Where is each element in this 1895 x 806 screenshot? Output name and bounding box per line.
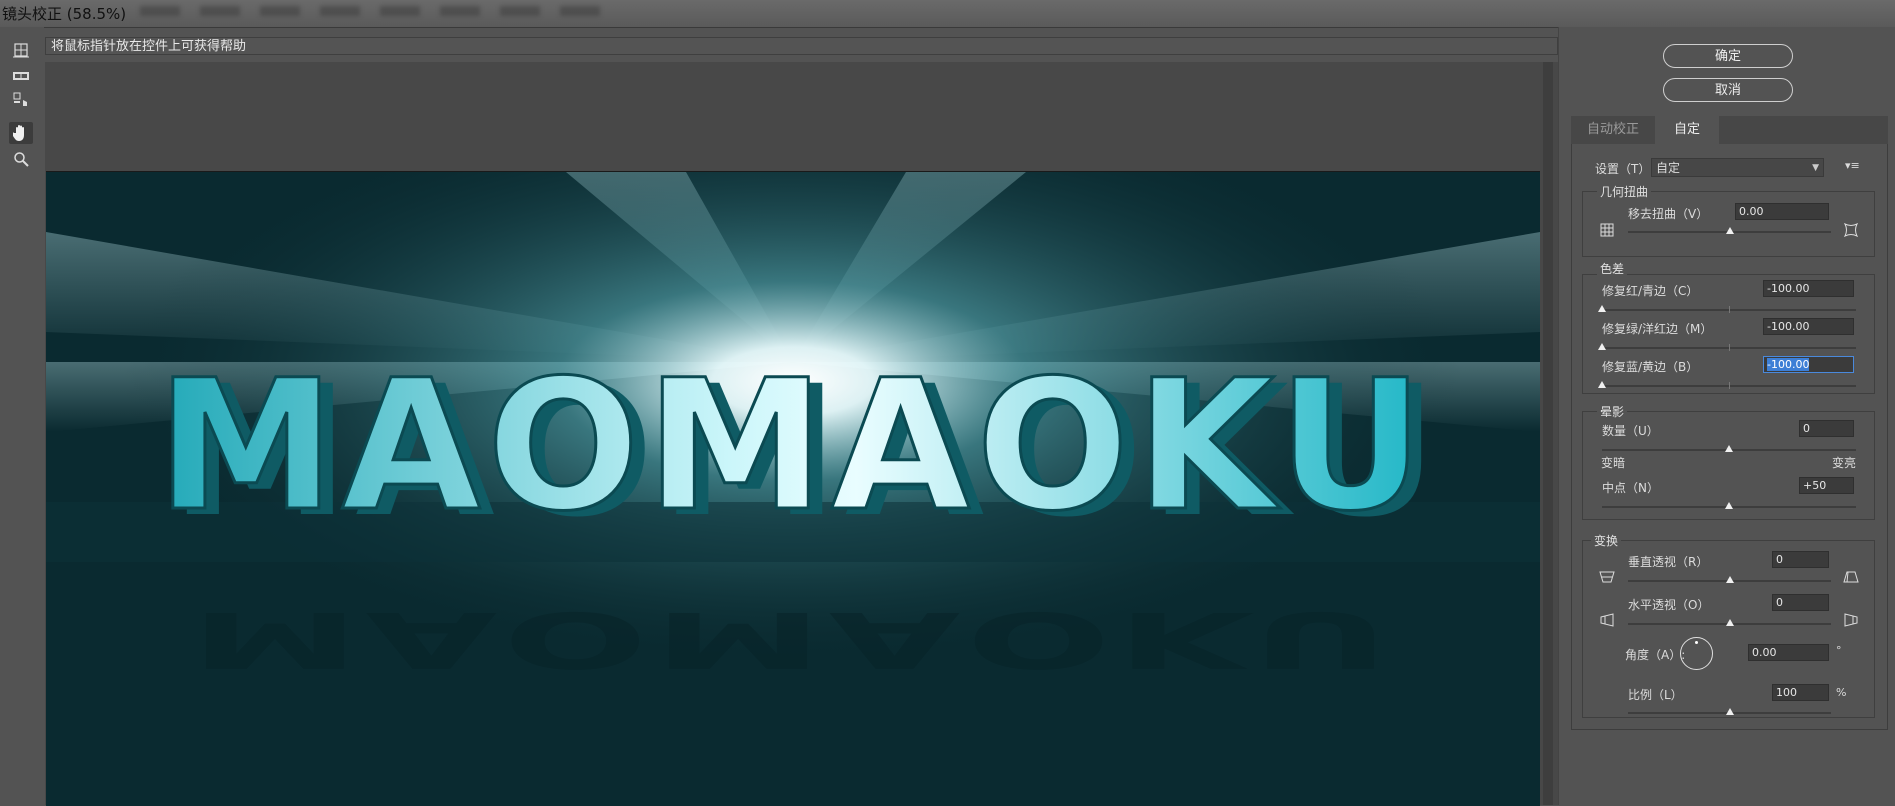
scale-label: 比例（L） bbox=[1628, 688, 1683, 702]
scale-unit: % bbox=[1836, 686, 1847, 699]
horizontal-perspective-thumb[interactable] bbox=[1725, 619, 1734, 626]
text-reflection: MAOMAOKU bbox=[190, 594, 1395, 683]
vertical-perspective-minus-icon bbox=[1599, 571, 1615, 583]
angle-label: 角度（A）: bbox=[1625, 648, 1686, 662]
scale-thumb[interactable] bbox=[1725, 708, 1734, 715]
horizontal-perspective-slider[interactable] bbox=[1628, 619, 1831, 626]
scale-field[interactable]: 100 bbox=[1772, 684, 1829, 701]
chromatic-title: 色差 bbox=[1597, 260, 1628, 277]
tool-strip bbox=[0, 27, 44, 805]
tab-auto-correction[interactable]: 自动校正 bbox=[1571, 116, 1655, 144]
blue-yellow-label: 修复蓝/黄边（B） bbox=[1602, 360, 1699, 374]
blue-yellow-field[interactable]: -100.00 bbox=[1763, 356, 1854, 373]
green-magenta-field[interactable]: -100.00 bbox=[1763, 318, 1854, 335]
geometric-group bbox=[1582, 191, 1875, 257]
title-bar: 镜头校正 (58.5%) bbox=[0, 0, 1895, 28]
midpoint-label: 中点（N） bbox=[1602, 481, 1659, 495]
remove-distortion-field[interactable]: 0.00 bbox=[1735, 203, 1829, 220]
midpoint-slider[interactable] bbox=[1602, 502, 1856, 509]
red-cyan-slider[interactable] bbox=[1598, 305, 1856, 313]
green-magenta-thumb[interactable] bbox=[1598, 343, 1606, 350]
vignette-amount-slider[interactable] bbox=[1602, 445, 1856, 452]
vignette-amount-field[interactable]: 0 bbox=[1799, 420, 1854, 437]
zoom-tool-icon[interactable] bbox=[9, 148, 33, 170]
tab-bar: 自动校正 自定 bbox=[1571, 116, 1888, 144]
vertical-perspective-thumb[interactable] bbox=[1725, 576, 1734, 583]
horizontal-perspective-field[interactable]: 0 bbox=[1772, 594, 1829, 611]
vertical-perspective-plus-icon bbox=[1843, 571, 1859, 583]
angle-field[interactable]: 0.00 bbox=[1748, 644, 1829, 661]
remove-distortion-tool-icon[interactable] bbox=[9, 39, 33, 61]
center-tick bbox=[1729, 344, 1730, 351]
settings-value: 自定 bbox=[1656, 161, 1681, 175]
blue-yellow-thumb[interactable] bbox=[1598, 381, 1606, 388]
angle-unit: ° bbox=[1836, 644, 1842, 657]
vignette-amount-label: 数量（U） bbox=[1602, 424, 1659, 438]
green-magenta-slider[interactable] bbox=[1598, 343, 1856, 351]
darken-label: 变暗 bbox=[1601, 456, 1626, 470]
horizontal-perspective-label: 水平透视（O） bbox=[1628, 598, 1710, 612]
vignette-title: 晕影 bbox=[1597, 403, 1628, 420]
move-grid-tool-icon[interactable] bbox=[9, 89, 33, 111]
remove-distortion-slider[interactable] bbox=[1628, 227, 1831, 234]
canvas-scrollbar[interactable] bbox=[1543, 62, 1553, 805]
help-hint-bar: 将鼠标指针放在控件上可获得帮助 bbox=[45, 37, 1558, 55]
barrel-icon bbox=[1843, 223, 1859, 237]
straighten-tool-icon[interactable] bbox=[9, 65, 33, 87]
horizontal-perspective-plus-icon bbox=[1844, 613, 1858, 627]
red-cyan-thumb[interactable] bbox=[1598, 305, 1606, 312]
geometric-title: 几何扭曲 bbox=[1597, 183, 1652, 200]
vertical-perspective-field[interactable]: 0 bbox=[1772, 551, 1829, 568]
transform-title: 变换 bbox=[1591, 532, 1622, 549]
remove-distortion-thumb[interactable] bbox=[1725, 227, 1734, 234]
chevron-down-icon: ▼ bbox=[1812, 163, 1819, 173]
blue-yellow-value: -100.00 bbox=[1767, 358, 1810, 371]
vertical-perspective-label: 垂直透视（R） bbox=[1628, 555, 1709, 569]
hand-tool-icon[interactable] bbox=[9, 122, 33, 144]
vertical-perspective-slider[interactable] bbox=[1628, 576, 1831, 583]
blurred-menubar bbox=[140, 6, 610, 16]
angle-dial-marker bbox=[1695, 641, 1698, 644]
remove-distortion-label: 移去扭曲（V） bbox=[1628, 207, 1709, 221]
ok-button[interactable]: 确定 bbox=[1663, 44, 1793, 68]
blue-yellow-slider[interactable] bbox=[1598, 381, 1856, 389]
center-tick bbox=[1729, 382, 1730, 389]
horizontal-perspective-minus-icon bbox=[1600, 613, 1614, 627]
red-cyan-field[interactable]: -100.00 bbox=[1763, 280, 1854, 297]
settings-menu-icon[interactable]: ▾≡ bbox=[1845, 159, 1860, 172]
preview-image: MAOMAOKU MAOMAOKU MAOMAOKU bbox=[46, 171, 1540, 806]
midpoint-thumb[interactable] bbox=[1725, 502, 1733, 509]
headline-text: MAOMAOKU bbox=[156, 342, 1429, 551]
midpoint-field[interactable]: +50 bbox=[1799, 477, 1854, 494]
green-magenta-label: 修复绿/洋红边（M） bbox=[1602, 322, 1713, 336]
pincushion-icon bbox=[1600, 223, 1614, 237]
lighten-label: 变亮 bbox=[1832, 456, 1857, 470]
cancel-button[interactable]: 取消 bbox=[1663, 78, 1793, 102]
center-tick bbox=[1729, 306, 1730, 313]
red-cyan-label: 修复红/青边（C） bbox=[1602, 284, 1699, 298]
settings-select[interactable]: 自定 ▼ bbox=[1651, 158, 1824, 177]
angle-dial[interactable] bbox=[1680, 637, 1713, 670]
transform-group bbox=[1582, 540, 1875, 718]
vignette-amount-thumb[interactable] bbox=[1725, 445, 1733, 452]
tab-custom[interactable]: 自定 bbox=[1655, 116, 1719, 144]
settings-label: 设置（T）: bbox=[1595, 162, 1655, 176]
window-title: 镜头校正 (58.5%) bbox=[2, 5, 127, 23]
scale-slider[interactable] bbox=[1628, 708, 1831, 715]
